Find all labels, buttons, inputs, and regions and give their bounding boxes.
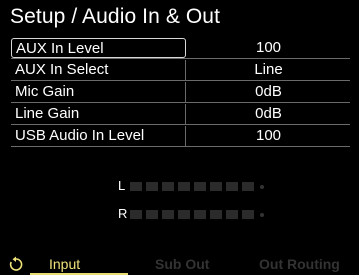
param-value[interactable]: 100 [187, 126, 350, 146]
meter-segment [162, 182, 174, 191]
tab-out-routing[interactable]: Out Routing [259, 254, 340, 274]
tab-bar: Input Sub Out Out Routing [0, 254, 359, 275]
param-value[interactable]: 0dB [187, 82, 350, 102]
meter-segment [242, 210, 254, 219]
param-row-mic-gain[interactable]: Mic Gain 0dB [11, 82, 350, 103]
meter-segment [130, 210, 142, 219]
param-row-aux-in-level[interactable]: AUX In Level 100 [11, 38, 350, 59]
param-value[interactable]: 0dB [187, 104, 350, 124]
param-label: USB Audio In Level [11, 126, 186, 146]
meter-segment [226, 210, 238, 219]
meter-segment [210, 182, 222, 191]
meter-segment [178, 182, 190, 191]
meter-channel-label: R [118, 206, 128, 221]
param-value[interactable]: Line [187, 60, 350, 80]
param-row-usb-audio-in-level[interactable]: USB Audio In Level 100 [11, 126, 350, 147]
tab-input[interactable]: Input [49, 254, 80, 274]
meter-segment [194, 182, 206, 191]
param-label: Line Gain [11, 104, 186, 124]
meter-segment [130, 182, 142, 191]
tab-sub-out[interactable]: Sub Out [155, 254, 209, 274]
meter-channel-label: L [118, 178, 126, 193]
meter-segment [178, 210, 190, 219]
meter-segment [242, 182, 254, 191]
rotate-back-icon[interactable] [9, 256, 23, 272]
meter-segment [194, 210, 206, 219]
meter-peak-dot [260, 213, 264, 217]
param-label: Mic Gain [11, 82, 186, 102]
param-row-line-gain[interactable]: Line Gain 0dB [11, 104, 350, 125]
meter-segment [146, 182, 158, 191]
param-value[interactable]: 100 [187, 38, 350, 58]
param-label: AUX In Level [11, 38, 186, 58]
param-label: AUX In Select [11, 60, 186, 80]
page-title: Setup / Audio In & Out [10, 5, 221, 28]
meter-segment [146, 210, 158, 219]
meter-segment [162, 210, 174, 219]
param-row-aux-in-select[interactable]: AUX In Select Line [11, 60, 350, 81]
meter-segment [226, 182, 238, 191]
meter-peak-dot [260, 185, 264, 189]
meter-segment [210, 210, 222, 219]
